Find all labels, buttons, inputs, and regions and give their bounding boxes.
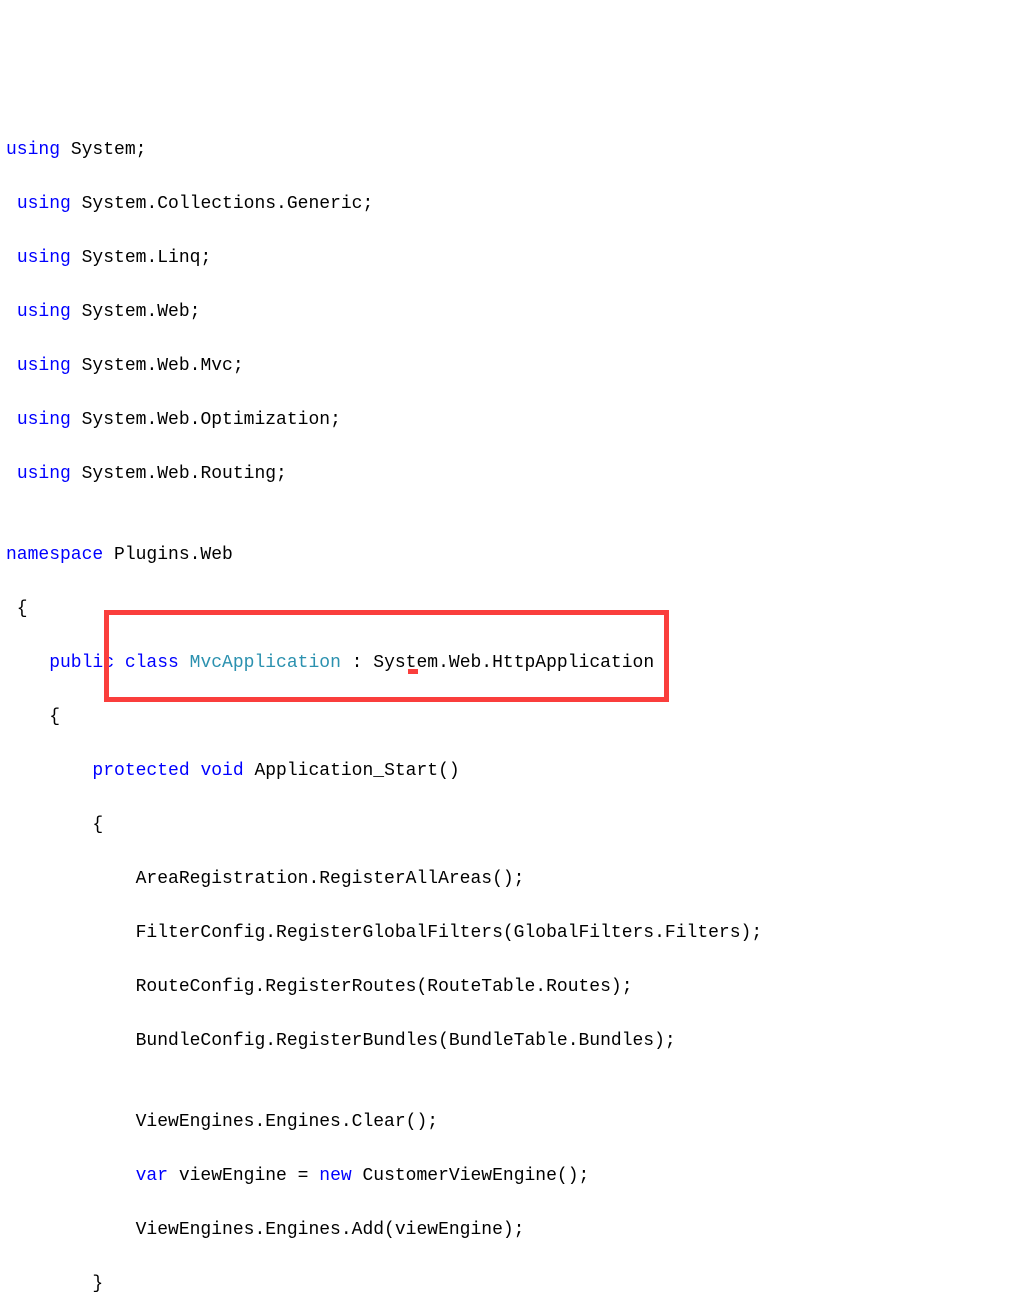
keyword-protected: protected [6, 761, 190, 781]
code-line: } [0, 1271, 1032, 1298]
code-line: RouteConfig.RegisterRoutes(RouteTable.Ro… [0, 974, 1032, 1001]
code-line: using System; [0, 137, 1032, 164]
keyword-namespace: namespace [6, 545, 103, 565]
code-line: using System.Linq; [0, 245, 1032, 272]
keyword-using: using [17, 410, 71, 430]
code-line: var viewEngine = new CustomerViewEngine(… [0, 1163, 1032, 1190]
code-line: BundleConfig.RegisterBundles(BundleTable… [0, 1028, 1032, 1055]
code-line: AreaRegistration.RegisterAllAreas(); [0, 866, 1032, 893]
keyword-using: using [17, 248, 71, 268]
code-line: using System.Collections.Generic; [0, 191, 1032, 218]
keyword-using: using [17, 302, 71, 322]
code-line: protected void Application_Start() [0, 758, 1032, 785]
keyword-new: new [319, 1166, 351, 1186]
code-editor: using System; using System.Collections.G… [0, 108, 1032, 1306]
keyword-using: using [17, 356, 71, 376]
cursor-marker [408, 669, 418, 674]
code-line: ViewEngines.Engines.Add(viewEngine); [0, 1217, 1032, 1244]
code-line: { [0, 596, 1032, 623]
keyword-public: public [6, 653, 114, 673]
type-name: MvcApplication [179, 653, 341, 673]
code-line: FilterConfig.RegisterGlobalFilters(Globa… [0, 920, 1032, 947]
code-line: using System.Web.Optimization; [0, 407, 1032, 434]
code-line: { [0, 812, 1032, 839]
keyword-void: void [190, 761, 244, 781]
keyword-class: class [114, 653, 179, 673]
code-line: namespace Plugins.Web [0, 542, 1032, 569]
code-line: ViewEngines.Engines.Clear(); [0, 1109, 1032, 1136]
keyword-var: var [6, 1166, 168, 1186]
code-line: using System.Web.Mvc; [0, 353, 1032, 380]
keyword-using: using [17, 464, 71, 484]
code-line: using System.Web.Routing; [0, 461, 1032, 488]
keyword-using: using [17, 194, 71, 214]
code-line: { [0, 704, 1032, 731]
code-line: public class MvcApplication : System.Web… [0, 650, 1032, 677]
keyword-using: using [6, 140, 60, 160]
code-line: using System.Web; [0, 299, 1032, 326]
